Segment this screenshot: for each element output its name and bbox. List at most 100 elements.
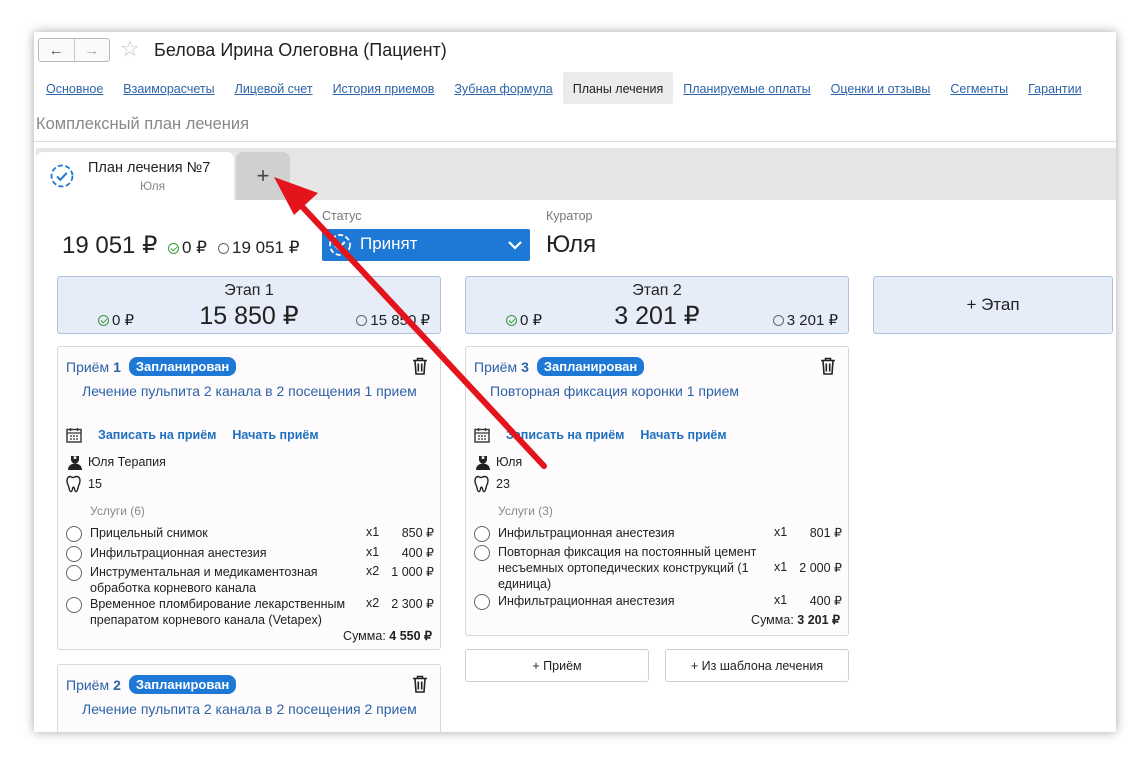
remaining-circle-icon: [218, 242, 229, 254]
appointment-title[interactable]: Лечение пульпита 2 канала в 2 посещения …: [82, 701, 417, 717]
calendar-icon: [474, 428, 490, 443]
status-label: Статус: [322, 209, 362, 223]
status-select[interactable]: Принят: [322, 229, 530, 261]
appointment-prefix[interactable]: Приём: [66, 677, 109, 693]
tab-settlements[interactable]: Взаиморасчеты: [113, 72, 224, 104]
sum-label: Сумма:: [751, 613, 794, 627]
appointment-number[interactable]: 2: [113, 677, 121, 693]
book-visit-link[interactable]: Записать на приём: [98, 428, 216, 442]
chevron-down-icon: [508, 241, 522, 250]
service-radio[interactable]: [474, 594, 490, 610]
status-badge: Запланирован: [128, 357, 237, 376]
stage-name: Этап 1: [224, 282, 274, 299]
window-title: Белова Ирина Олеговна (Пациент): [154, 40, 447, 60]
trash-icon[interactable]: [412, 675, 428, 693]
appointment-tooth: 23: [474, 475, 510, 493]
services-label: Услуги (3): [498, 504, 553, 518]
stage-remaining: 15 850 ₽: [356, 311, 430, 329]
tab-segments[interactable]: Сегменты: [940, 72, 1018, 104]
service-radio[interactable]: [66, 526, 82, 542]
stage-paid: 0 ₽: [98, 311, 134, 329]
appointment-title[interactable]: Повторная фиксация коронки 1 прием: [490, 383, 739, 399]
tab-visit-history[interactable]: История приемов: [323, 72, 445, 104]
status-value: Принят: [360, 234, 418, 253]
service-qty: x1: [774, 560, 788, 574]
stage-name: Этап 2: [632, 282, 682, 299]
appointment-header: Приём 2 Запланирован: [66, 675, 237, 694]
service-price: 1 000 ₽: [391, 565, 434, 579]
service-name: Временное пломбирование лекарственным пр…: [90, 597, 346, 627]
calendar-icon: [66, 428, 82, 443]
add-visit-button[interactable]: + Приём: [465, 649, 649, 682]
doctor-icon: [476, 456, 490, 470]
section-tabs: Основное Взаиморасчеты Лицевой счет Исто…: [34, 72, 1092, 104]
add-stage-button[interactable]: + Этап: [873, 276, 1113, 334]
accepted-status-icon: [329, 234, 351, 256]
favorite-star-icon[interactable]: ☆: [120, 37, 140, 61]
service-price: 2 000 ₽: [799, 561, 842, 575]
service-name: Повторная фиксация на постоянный цемент …: [498, 545, 757, 591]
plan-remaining: 19 051 ₽: [218, 238, 300, 258]
service-radio[interactable]: [66, 565, 82, 581]
plan-remaining-value: 19 051 ₽: [232, 238, 300, 257]
stage-remaining-value: 3 201 ₽: [786, 312, 838, 329]
tab-planned-payments[interactable]: Планируемые оплаты: [673, 72, 820, 104]
stage-remaining-value: 15 850 ₽: [370, 312, 430, 329]
history-nav: ← →: [38, 38, 110, 62]
doctor-name: Юля: [496, 455, 523, 469]
start-visit-link[interactable]: Начать приём: [640, 428, 726, 442]
service-price: 400 ₽: [809, 594, 842, 608]
tab-treatment-plans[interactable]: Планы лечения: [562, 72, 674, 104]
start-visit-link[interactable]: Начать приём: [232, 428, 318, 442]
tab-reviews[interactable]: Оценки и отзывы: [821, 72, 941, 104]
service-name: Инструментальная и медикаментозная обраб…: [90, 565, 318, 595]
service-name: Инфильтрационная анестезия: [498, 526, 675, 540]
appointment-title[interactable]: Лечение пульпита 2 канала в 2 посещения …: [82, 383, 417, 399]
remaining-circle-icon: [356, 314, 368, 326]
tab-warranties[interactable]: Гарантии: [1018, 72, 1092, 104]
appointment-doctor: Юля: [474, 453, 522, 471]
stage-2-header[interactable]: Этап 2 3 201 ₽ 0 ₽ 3 201 ₽: [465, 276, 849, 334]
appointment-card-3: Приём 3 Запланирован Повторная фиксация …: [465, 346, 849, 636]
appointment-prefix[interactable]: Приём: [66, 359, 109, 375]
add-plan-button[interactable]: +: [236, 152, 290, 200]
stage-remaining: 3 201 ₽: [772, 311, 838, 329]
tab-basic[interactable]: Основное: [36, 72, 113, 104]
back-icon[interactable]: ←: [39, 39, 74, 61]
service-name: Прицельный снимок: [90, 526, 208, 540]
tab-personal-account[interactable]: Лицевой счет: [225, 72, 323, 104]
appointment-actions: Записать на приём Начать приём: [66, 427, 319, 443]
patient-window: ← → ☆ Белова Ирина Олеговна (Пациент) Ос…: [34, 32, 1116, 732]
trash-icon[interactable]: [820, 357, 836, 375]
tooth-icon: [66, 475, 81, 493]
from-template-button[interactable]: + Из шаблона лечения: [665, 649, 849, 682]
service-radio[interactable]: [474, 526, 490, 542]
service-radio[interactable]: [66, 597, 82, 613]
forward-icon[interactable]: →: [73, 39, 110, 61]
appointment-sum: Сумма: 3 201 ₽: [751, 612, 840, 627]
status-badge: Запланирован: [536, 357, 645, 376]
paid-check-icon: [506, 314, 517, 326]
book-visit-link[interactable]: Записать на приём: [506, 428, 624, 442]
accepted-status-icon: [50, 164, 74, 188]
service-radio[interactable]: [66, 546, 82, 562]
service-radio[interactable]: [474, 545, 490, 561]
sum-label: Сумма:: [343, 629, 386, 643]
tab-dental-formula[interactable]: Зубная формула: [444, 72, 562, 104]
service-qty: x1: [366, 545, 380, 559]
plan-tab[interactable]: План лечения №7 Юля: [36, 152, 234, 200]
appointment-doctor: Юля Терапия: [66, 453, 166, 471]
curator-value: Юля: [546, 231, 597, 258]
sum-value: 4 550 ₽: [389, 629, 432, 643]
appointment-card-2: Приём 2 Запланирован Лечение пульпита 2 …: [57, 664, 441, 732]
stage-paid-value: 0 ₽: [112, 312, 135, 329]
divider: [34, 141, 1116, 142]
appointment-number[interactable]: 3: [521, 359, 529, 375]
appointment-number[interactable]: 1: [113, 359, 121, 375]
appointment-prefix[interactable]: Приём: [474, 359, 517, 375]
trash-icon[interactable]: [412, 357, 428, 375]
service-qty: x1: [774, 525, 788, 539]
appointment-header: Приём 3 Запланирован: [474, 357, 645, 376]
stage-1-header[interactable]: Этап 1 15 850 ₽ 0 ₽ 15 850 ₽: [57, 276, 441, 334]
paid-check-icon: [168, 242, 179, 254]
